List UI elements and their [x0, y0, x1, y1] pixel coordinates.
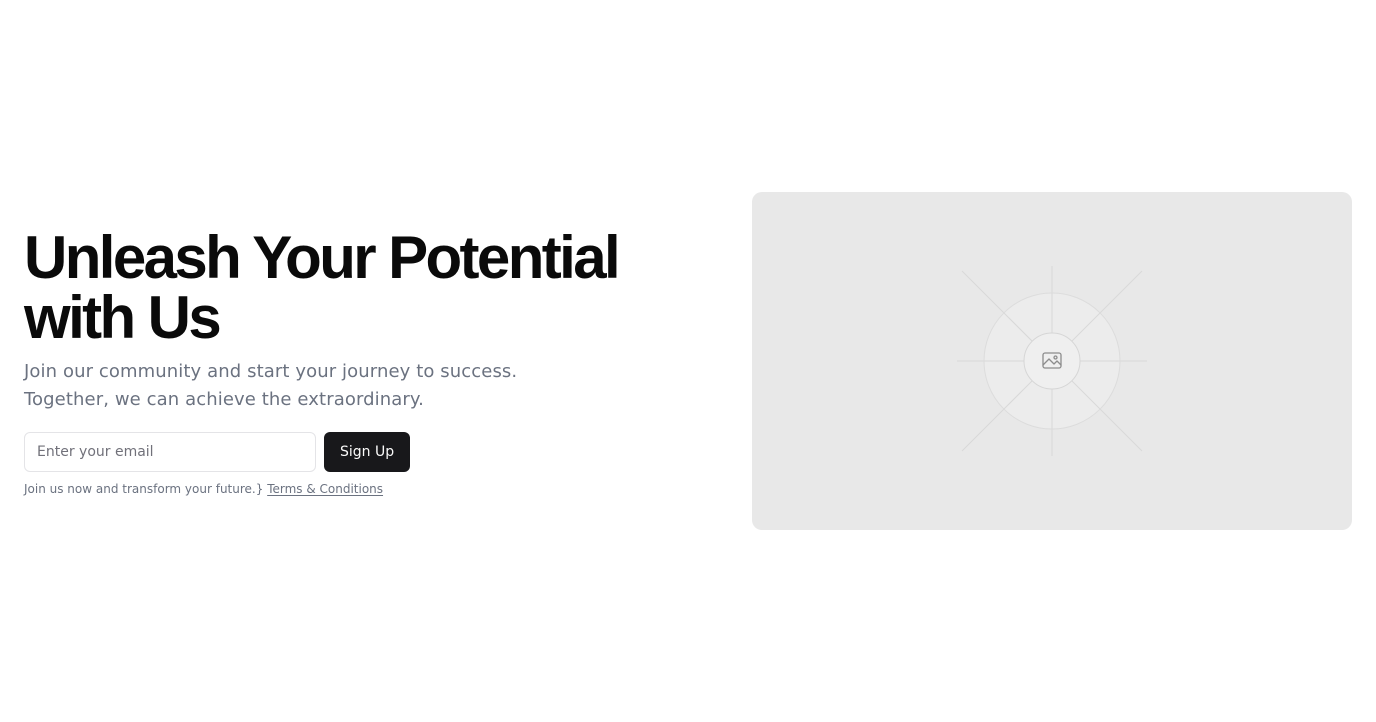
signup-form: Sign Up: [24, 432, 684, 472]
sign-up-button[interactable]: Sign Up: [324, 432, 411, 472]
signup-note: Join us now and transform your future.} …: [24, 481, 684, 497]
hero-image-placeholder: [752, 192, 1352, 530]
hero-headline: Unleash Your Potential with Us: [24, 224, 621, 351]
hero-content: Unleash Your Potential with Us Join our …: [24, 228, 684, 497]
email-input[interactable]: [24, 432, 316, 472]
placeholder-pattern: [957, 266, 1147, 456]
signup-note-text: Join us now and transform your future.}: [24, 482, 264, 496]
terms-link[interactable]: Terms & Conditions: [267, 482, 383, 496]
hero-section: Unleash Your Potential with Us Join our …: [0, 0, 1376, 722]
hero-subtext: Join our community and start your journe…: [24, 361, 518, 410]
